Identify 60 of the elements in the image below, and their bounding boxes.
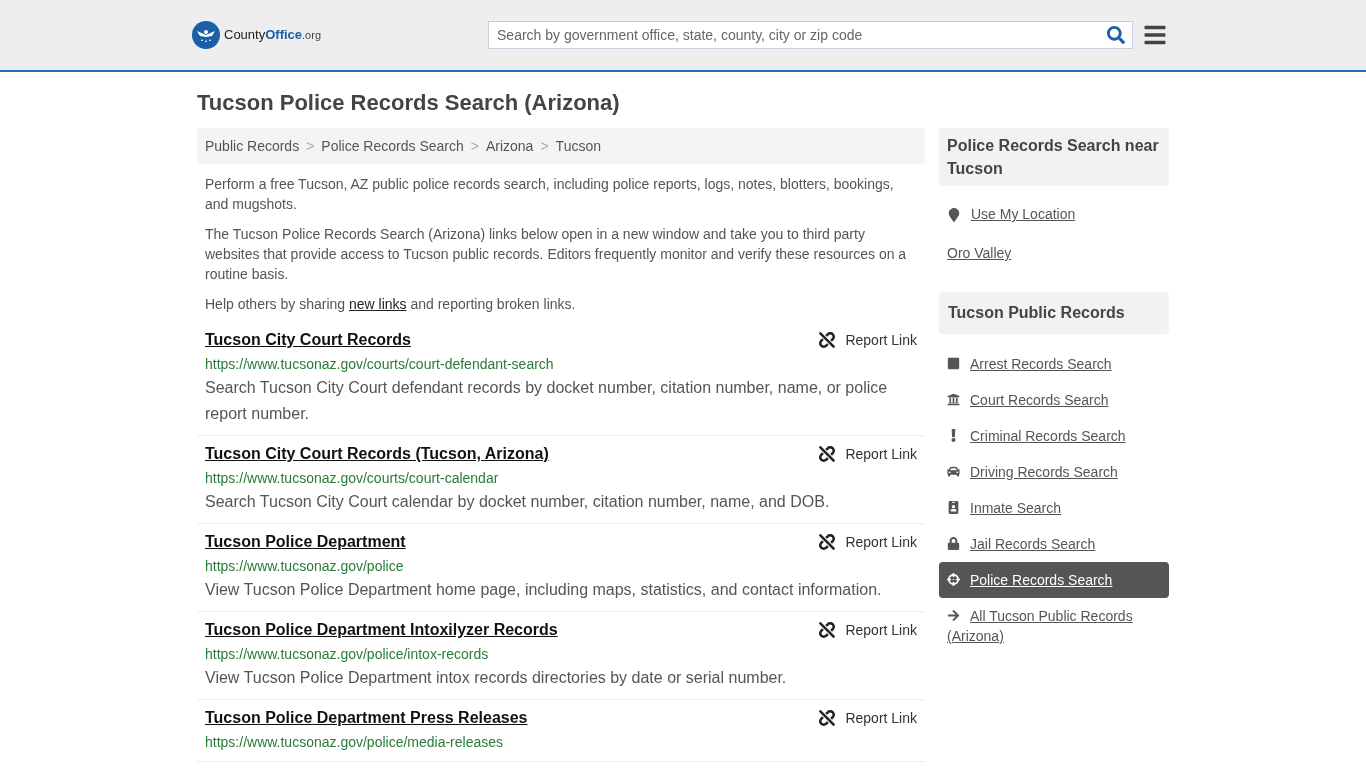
crosshair-icon xyxy=(947,573,960,586)
intro-paragraph: The Tucson Police Records Search (Arizona) links below open in a new window and take you to third party websites that provide access to Tucson public records. Editors frequently monitor and verify these resources on a routine basis. xyxy=(205,225,908,284)
eagle-logo-icon[interactable] xyxy=(192,21,220,49)
result-description: View Tucson Police Department intox records directories by date or serial number. xyxy=(205,668,788,688)
breadcrumb-link[interactable]: Arizona xyxy=(485,135,534,157)
sidebar-link[interactable]: Driving Records Search xyxy=(939,454,1169,490)
sidebar-link[interactable]: All Tucson Public Records (Arizona) xyxy=(939,598,1169,654)
result-description: Search Tucson City Court calendar by docket number, citation number, name, and DOB. xyxy=(205,492,831,512)
sidebar-link[interactable]: Court Records Search xyxy=(939,382,1169,418)
result-url: https://www.tucsonaz.gov/police xyxy=(205,557,405,576)
id-badge-icon xyxy=(947,501,960,514)
broken-link-icon xyxy=(819,534,836,550)
intro-paragraph: Perform a free Tucson, AZ public police records search, including police reports, logs, notes, blotters, bookings, and mugshots. xyxy=(205,175,895,214)
result-title-link[interactable]: Tucson Police Department Press Releases xyxy=(205,706,528,730)
new-links-link[interactable]: new links xyxy=(348,296,407,312)
page-title: Tucson Police Records Search (Arizona) xyxy=(197,89,621,117)
result-title-link[interactable]: Tucson City Court Records (Tucson, Arizona) xyxy=(205,442,549,466)
report-link-button[interactable]: Report Link xyxy=(819,707,917,729)
result-url: https://www.tucsonaz.gov/police/intox-records xyxy=(205,645,490,664)
report-link-button[interactable]: Report Link xyxy=(819,329,917,351)
result-url: https://www.tucsonaz.gov/police/media-releases xyxy=(205,733,505,752)
breadcrumb-link[interactable]: Police Records Search xyxy=(321,135,464,157)
result-title-link[interactable]: Tucson City Court Records xyxy=(205,328,411,352)
broken-link-icon xyxy=(819,446,836,462)
breadcrumb-separator: > xyxy=(306,136,315,156)
broken-link-icon xyxy=(819,332,836,348)
report-link-button[interactable]: Report Link xyxy=(819,531,917,553)
result-title-link[interactable]: Tucson Police Department Intoxilyzer Records xyxy=(205,618,558,642)
search-field[interactable]: Search by government office, state, county, city or zip code xyxy=(488,21,1133,49)
search-icon[interactable] xyxy=(1107,26,1125,44)
courthouse-icon xyxy=(947,393,960,406)
result-description: Search Tucson City Court defendant records by docket number, citation number, name, or police report number. xyxy=(205,378,889,424)
result-description: View Tucson Police Department home page, including maps, statistics, and contact information. xyxy=(205,580,883,600)
sidebar-heading: Tucson Public Records xyxy=(939,292,1169,334)
result-title-link[interactable]: Tucson Police Department xyxy=(205,530,406,554)
arrow-right-icon xyxy=(947,609,960,622)
report-link-button[interactable]: Report Link xyxy=(819,443,917,465)
breadcrumb-link[interactable]: Public Records xyxy=(205,135,300,157)
use-location-link[interactable]: Use My Location xyxy=(939,204,1169,225)
broken-link-icon xyxy=(819,710,836,726)
broken-link-icon xyxy=(819,622,836,638)
nearby-place-link[interactable]: Oro Valley xyxy=(939,243,1169,264)
breadcrumb-separator: > xyxy=(470,136,479,156)
result-url: https://www.tucsonaz.gov/courts/court-calendar xyxy=(205,469,500,488)
sidebar-link[interactable]: Inmate Search xyxy=(939,490,1169,526)
car-icon xyxy=(947,465,960,478)
sidebar-link[interactable]: Criminal Records Search xyxy=(939,418,1169,454)
sidebar-heading: Police Records Search near Tucson xyxy=(939,128,1169,186)
result-url: https://www.tucsonaz.gov/courts/court-defendant-search xyxy=(205,355,555,374)
sidebar-link[interactable]: Jail Records Search xyxy=(939,526,1169,562)
lock-icon xyxy=(947,537,960,550)
sidebar-link[interactable]: Arrest Records Search xyxy=(939,346,1169,382)
breadcrumb-link[interactable]: Tucson xyxy=(555,135,601,157)
report-link-button[interactable]: Report Link xyxy=(819,619,917,641)
menu-icon[interactable] xyxy=(1143,23,1167,47)
map-pin-icon xyxy=(947,207,961,222)
breadcrumb-separator: > xyxy=(540,136,549,156)
share-note: Help others by sharing new links and reporting broken links. xyxy=(205,295,577,314)
sidebar-link[interactable]: Police Records Search xyxy=(939,562,1169,598)
site-logo-text[interactable]: CountyOffice.org xyxy=(224,25,321,45)
